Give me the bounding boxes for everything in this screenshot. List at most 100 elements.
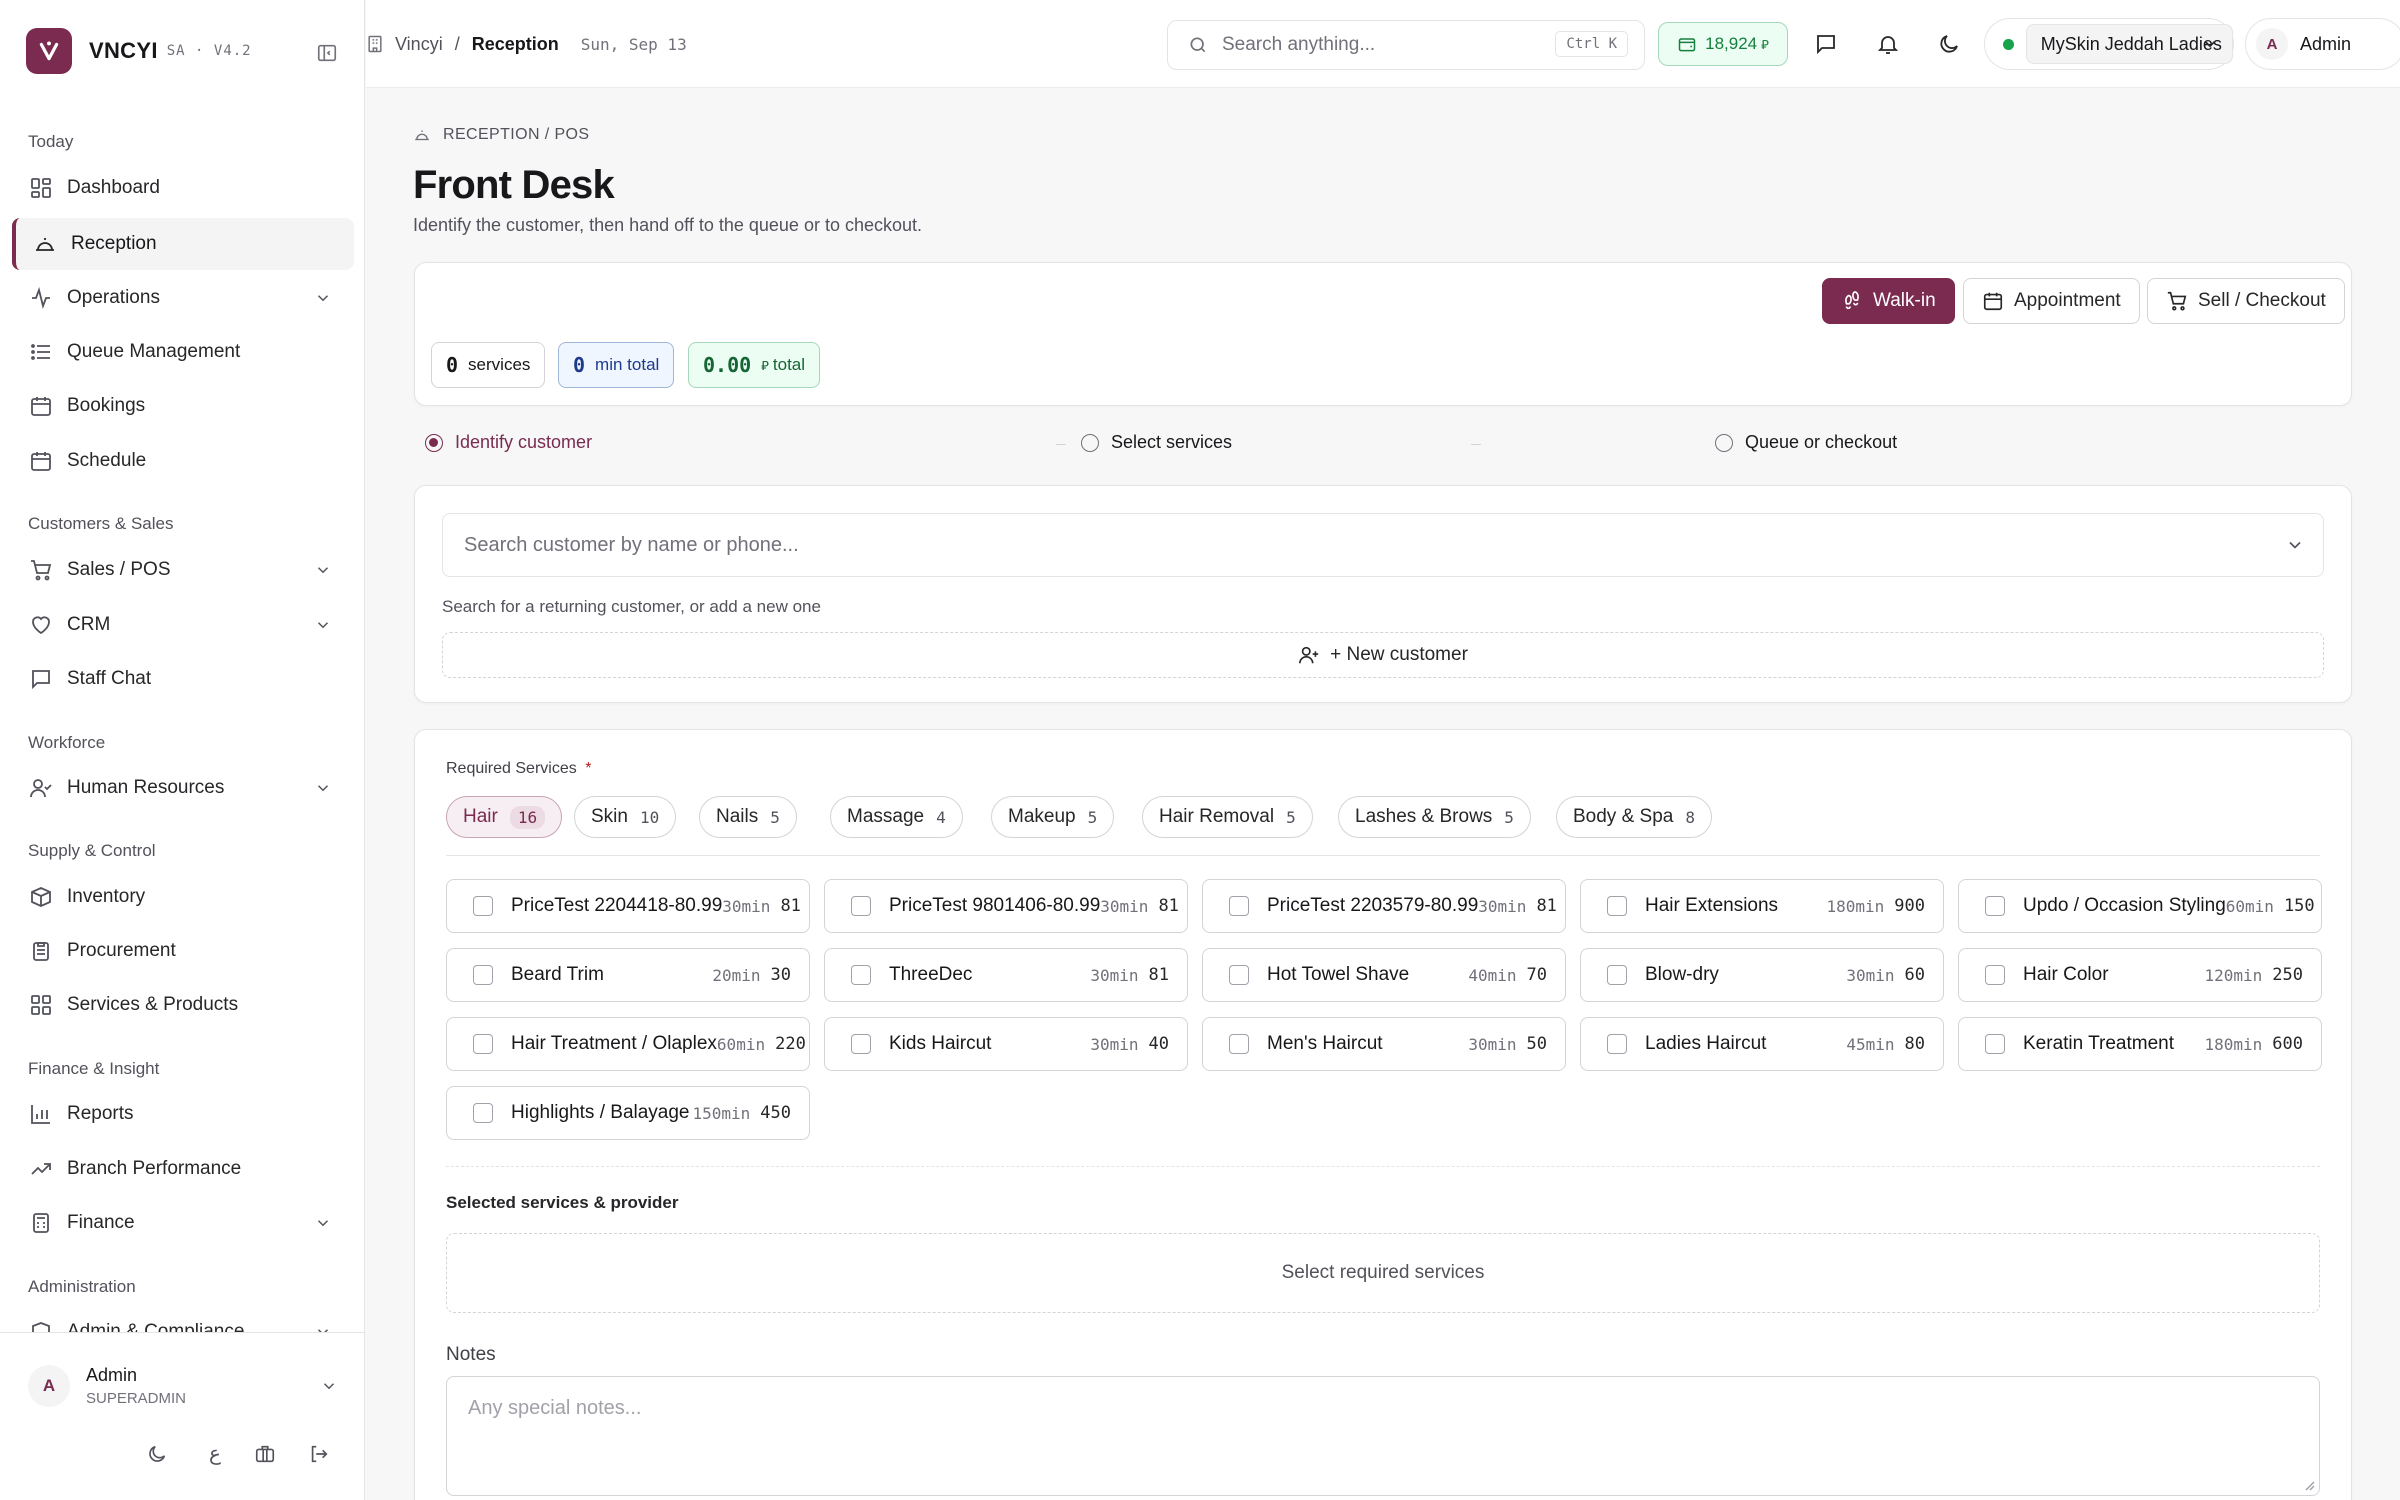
service-option[interactable]: Hair Color 120min 250 — [1958, 948, 2322, 1002]
user-menu[interactable]: A Admin SUPERADMIN — [28, 1365, 338, 1407]
footprints-icon — [1845, 291, 1859, 310]
service-checkbox[interactable] — [1607, 1034, 1627, 1054]
service-price: 70 — [1526, 965, 1547, 985]
sidebar-item-operations[interactable]: Operations — [12, 272, 354, 324]
step-identify-customer[interactable]: Identify customer — [425, 432, 592, 453]
checkout-button[interactable]: Sell / Checkout — [2147, 278, 2345, 324]
service-checkbox[interactable] — [851, 896, 871, 916]
sidebar-item-branch-performance[interactable]: Branch Performance — [12, 1143, 354, 1195]
service-duration: 45min — [1846, 1034, 1895, 1054]
category-tab-makeup[interactable]: Makeup 5 — [991, 796, 1115, 838]
service-checkbox[interactable] — [851, 1034, 871, 1054]
category-tab-massage[interactable]: Massage 4 — [830, 796, 963, 838]
service-checkbox[interactable] — [473, 896, 493, 916]
service-option[interactable]: Blow-dry 30min 60 — [1580, 948, 1944, 1002]
service-option[interactable]: Keratin Treatment 180min 600 — [1958, 1017, 2322, 1071]
step-select-services[interactable]: Select services — [1081, 432, 1232, 453]
logout-icon[interactable] — [308, 1443, 330, 1465]
brand[interactable]: VNCYI SA · V4.2 — [26, 28, 252, 74]
page-subtitle: Identify the customer, then hand off to … — [413, 215, 923, 235]
branch-select[interactable]: MySkin Jeddah Ladies — [2025, 24, 2233, 64]
notifications-button[interactable] — [1866, 22, 1910, 66]
service-checkbox[interactable] — [1229, 1034, 1249, 1054]
service-name: Updo / Occasion Styling — [2023, 895, 2226, 916]
service-option[interactable]: PriceTest 2204418-80.99 30min 81 — [446, 879, 810, 933]
service-duration: 60min — [2225, 896, 2274, 916]
sidebar-item-schedule[interactable]: Schedule — [12, 435, 354, 487]
service-price: 250 — [2272, 965, 2303, 985]
service-checkbox[interactable] — [1229, 965, 1249, 985]
service-checkbox[interactable] — [1985, 896, 2005, 916]
service-option[interactable]: Hair Extensions 180min 900 — [1580, 879, 1944, 933]
sidebar-item-human-resources[interactable]: Human Resources — [12, 762, 354, 814]
shield-icon — [32, 1322, 50, 1332]
service-option[interactable]: PriceTest 2203579-80.99 30min 81 — [1202, 879, 1566, 933]
notes-textarea[interactable]: Any special notes... — [446, 1376, 2320, 1496]
moon-icon[interactable] — [146, 1443, 168, 1465]
category-tab-hair-removal[interactable]: Hair Removal 5 — [1142, 796, 1313, 838]
customer-search-select[interactable]: Search customer by name or phone... — [442, 513, 2324, 577]
sidebar-item-procurement[interactable]: Procurement — [12, 925, 354, 977]
sidebar-item-dashboard[interactable]: Dashboard — [12, 162, 354, 214]
service-checkbox[interactable] — [1985, 965, 2005, 985]
messages-button[interactable] — [1804, 22, 1848, 66]
step-queue-checkout[interactable]: Queue or checkout — [1715, 432, 1897, 453]
services-heading-text: Required Services — [446, 760, 577, 777]
sidebar-item-crm[interactable]: CRM — [12, 599, 354, 651]
balance-badge[interactable]: 18,924 ⃁ — [1658, 22, 1788, 66]
category-count: 5 — [1087, 807, 1098, 827]
service-option[interactable]: ThreeDec 30min 81 — [824, 948, 1188, 1002]
new-customer-button[interactable]: + New customer — [442, 632, 2324, 678]
sidebar-item-bookings[interactable]: Bookings — [12, 380, 354, 432]
service-duration: 150min — [692, 1103, 751, 1123]
walkin-button[interactable]: Walk-in — [1822, 278, 1955, 324]
service-checkbox[interactable] — [473, 1034, 493, 1054]
global-search[interactable]: Search anything... Ctrl K — [1167, 20, 1645, 70]
service-option[interactable]: Beard Trim 20min 30 — [446, 948, 810, 1002]
sidebar-item-queue-management[interactable]: Queue Management — [12, 326, 354, 378]
service-checkbox[interactable] — [1607, 896, 1627, 916]
sidebar-item-sales-pos[interactable]: Sales / POS — [12, 544, 354, 596]
service-checkbox[interactable] — [1229, 896, 1249, 916]
service-option[interactable]: Hair Treatment / Olaplex 60min 220 — [446, 1017, 810, 1071]
chevron-down-icon — [317, 295, 329, 302]
briefcase-icon[interactable] — [254, 1443, 276, 1465]
service-checkbox[interactable] — [1985, 1034, 2005, 1054]
heart-icon — [32, 616, 50, 635]
service-option[interactable]: Highlights / Balayage 150min 450 — [446, 1086, 810, 1140]
user-button[interactable]: A Admin — [2245, 18, 2400, 70]
appointment-button[interactable]: Appointment — [1963, 278, 2140, 324]
service-checkbox[interactable] — [851, 965, 871, 985]
category-count: 16 — [509, 805, 546, 829]
sidebar-nav: Today Dashboard Reception Operations Que… — [0, 120, 365, 1332]
sidebar-collapse-icon[interactable] — [316, 42, 338, 64]
sidebar-item-reports[interactable]: Reports — [12, 1088, 354, 1140]
breadcrumb-root[interactable]: Vincyi — [395, 34, 443, 55]
appointment-label: Appointment — [2014, 290, 2121, 311]
resize-handle-icon[interactable] — [2301, 1477, 2315, 1491]
sidebar-item-inventory[interactable]: Inventory — [12, 871, 354, 923]
service-option[interactable]: Ladies Haircut 45min 80 — [1580, 1017, 1944, 1071]
language-toggle[interactable]: ع — [204, 1441, 226, 1465]
service-checkbox[interactable] — [473, 1103, 493, 1123]
service-option[interactable]: Updo / Occasion Styling 60min 150 — [1958, 879, 2322, 933]
category-tab-body-spa[interactable]: Body & Spa 8 — [1556, 796, 1712, 838]
category-count: 8 — [1685, 807, 1695, 827]
service-option[interactable]: Kids Haircut 30min 40 — [824, 1017, 1188, 1071]
service-option[interactable]: Hot Towel Shave 40min 70 — [1202, 948, 1566, 1002]
service-option[interactable]: PriceTest 9801406-80.99 30min 81 — [824, 879, 1188, 933]
service-checkbox[interactable] — [1607, 965, 1627, 985]
sidebar-item-finance[interactable]: Finance — [12, 1197, 354, 1249]
sidebar-item-staff-chat[interactable]: Staff Chat — [12, 653, 354, 705]
category-tab-skin[interactable]: Skin 10 — [574, 796, 677, 838]
category-tab-nails[interactable]: Nails 5 — [699, 796, 797, 838]
category-tab-lashes-brows[interactable]: Lashes & Brows 5 — [1338, 796, 1531, 838]
category-tab-hair[interactable]: Hair 16 — [446, 796, 563, 838]
theme-toggle-button[interactable] — [1927, 22, 1971, 66]
service-option[interactable]: Men's Haircut 30min 50 — [1202, 1017, 1566, 1071]
branch-selector[interactable]: MySkin Jeddah Ladies — [1984, 18, 2234, 70]
sidebar-item-reception[interactable]: Reception — [12, 218, 354, 270]
sidebar-item-services-products[interactable]: Services & Products — [12, 979, 354, 1031]
sidebar-item-admin-compliance[interactable]: Admin & Compliance — [12, 1306, 354, 1332]
service-checkbox[interactable] — [473, 965, 493, 985]
